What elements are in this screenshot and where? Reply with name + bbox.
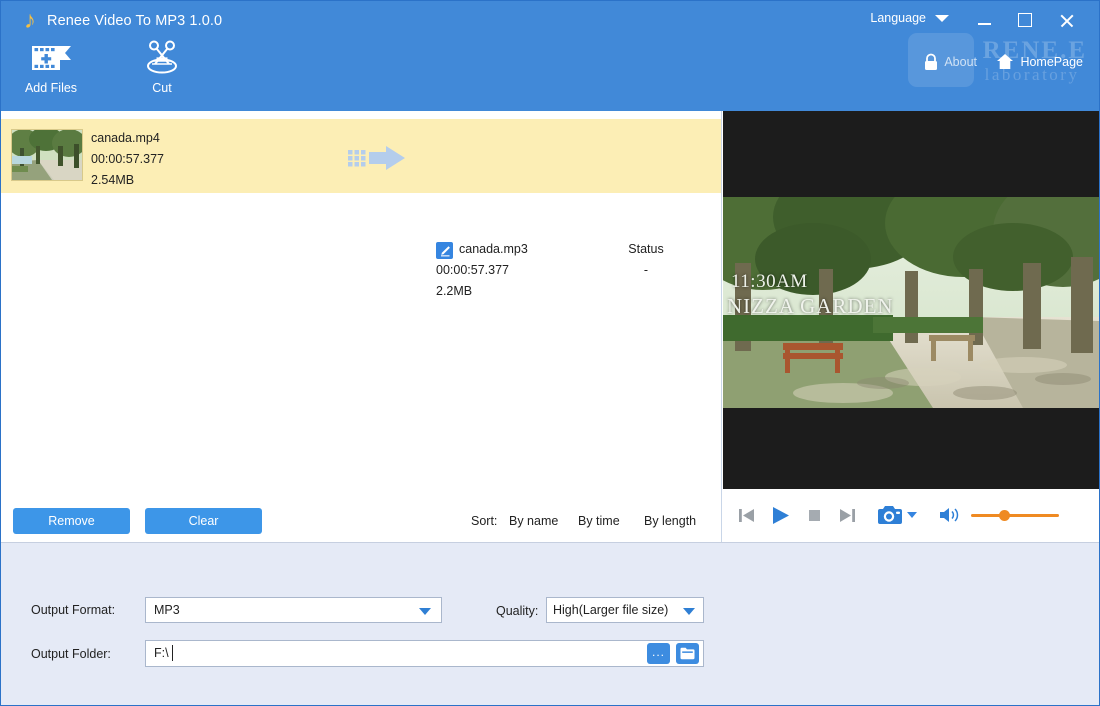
sort-label: Sort:	[471, 514, 497, 528]
close-button[interactable]	[1051, 7, 1081, 33]
settings-panel: Output Format: MP3 Quality: High(Larger …	[1, 542, 1100, 706]
toolbar-cut[interactable]: Cut	[112, 37, 212, 97]
folder-icon	[680, 647, 695, 660]
output-format-value: MP3	[154, 603, 180, 617]
output-folder-value: F:\	[154, 646, 169, 660]
quality-value: High(Larger file size)	[553, 603, 668, 617]
file-list-panel: canada.mp4 00:00:57.377 2.54MB	[1, 111, 722, 542]
source-file-name: canada.mp4	[91, 131, 160, 145]
table-row[interactable]: canada.mp4 00:00:57.377 2.54MB	[1, 119, 721, 193]
sort-by-time[interactable]: By time	[578, 514, 620, 528]
arrow-right-icon	[348, 145, 406, 176]
browse-dots-button[interactable]: ...	[647, 643, 670, 664]
output-format-label: Output Format:	[31, 603, 115, 617]
video-player-surface[interactable]: 11:30AM NIZZA GARDEN	[723, 111, 1100, 489]
target-file-name: canada.mp3	[459, 242, 528, 256]
chevron-down-icon	[683, 608, 695, 615]
sort-by-name[interactable]: By name	[509, 514, 558, 528]
application-window: RENE.E laboratory ♪ Renee Video To MP3 1…	[0, 0, 1100, 706]
lock-icon	[923, 53, 939, 71]
stop-icon[interactable]	[807, 508, 822, 523]
homepage-button[interactable]: HomePage	[996, 53, 1083, 70]
video-overlay-place: NIZZA GARDEN	[727, 294, 894, 319]
output-folder-label: Output Folder:	[31, 647, 111, 661]
status-badge: -	[644, 263, 648, 277]
status-column-header: Status	[628, 242, 663, 256]
text-cursor	[172, 645, 173, 661]
toolbar-add-files[interactable]: Add Files	[1, 37, 101, 97]
quality-label: Quality:	[496, 604, 538, 618]
skip-previous-icon[interactable]	[737, 506, 756, 525]
video-overlay-time: 11:30AM	[731, 271, 808, 293]
source-file-size: 2.54MB	[91, 173, 134, 187]
camera-icon[interactable]	[877, 504, 903, 526]
output-format-select[interactable]: MP3	[145, 597, 442, 623]
quality-select[interactable]: High(Larger file size)	[546, 597, 704, 623]
language-label: Language	[870, 11, 926, 25]
remove-button[interactable]: Remove	[13, 508, 130, 534]
toolbar-add-files-label: Add Files	[25, 81, 77, 95]
close-icon	[1059, 13, 1074, 28]
output-folder-input[interactable]: F:\	[145, 640, 704, 667]
snapshot-dropdown-caret-icon[interactable]	[907, 512, 917, 518]
about-button[interactable]: About	[923, 53, 977, 71]
chevron-down-icon	[419, 608, 431, 615]
maximize-button[interactable]	[1010, 7, 1040, 33]
volume-knob[interactable]	[999, 510, 1010, 521]
player-controls-bar	[723, 489, 1100, 541]
target-file-duration: 00:00:57.377	[436, 263, 509, 277]
edit-pencil-icon[interactable]	[436, 242, 453, 259]
source-file-duration: 00:00:57.377	[91, 152, 164, 166]
minimize-button[interactable]	[969, 7, 999, 33]
minimize-icon	[978, 23, 991, 25]
open-folder-button[interactable]	[676, 643, 699, 664]
music-note-icon: ♪	[17, 8, 43, 34]
scissors-icon	[112, 37, 212, 79]
home-icon	[996, 53, 1014, 70]
toolbar-cut-label: Cut	[152, 81, 171, 95]
clear-button[interactable]: Clear	[145, 508, 262, 534]
about-label: About	[944, 55, 977, 69]
film-add-icon	[1, 37, 101, 79]
video-thumbnail	[11, 129, 83, 181]
play-icon[interactable]	[770, 505, 791, 526]
chevron-down-icon	[935, 15, 949, 22]
maximize-icon	[1018, 13, 1032, 27]
speaker-icon[interactable]	[939, 506, 961, 524]
volume-track	[971, 514, 1059, 517]
homepage-label: HomePage	[1020, 55, 1083, 69]
skip-next-icon[interactable]	[838, 506, 857, 525]
volume-slider[interactable]	[971, 508, 1059, 522]
app-title: Renee Video To MP3 1.0.0	[47, 10, 222, 32]
title-bar: RENE.E laboratory ♪ Renee Video To MP3 1…	[1, 1, 1100, 111]
preview-panel: 11:30AM NIZZA GARDEN	[723, 111, 1100, 542]
language-selector[interactable]: Language	[870, 11, 949, 25]
sort-by-length[interactable]: By length	[644, 514, 696, 528]
target-file-size: 2.2MB	[436, 284, 472, 298]
